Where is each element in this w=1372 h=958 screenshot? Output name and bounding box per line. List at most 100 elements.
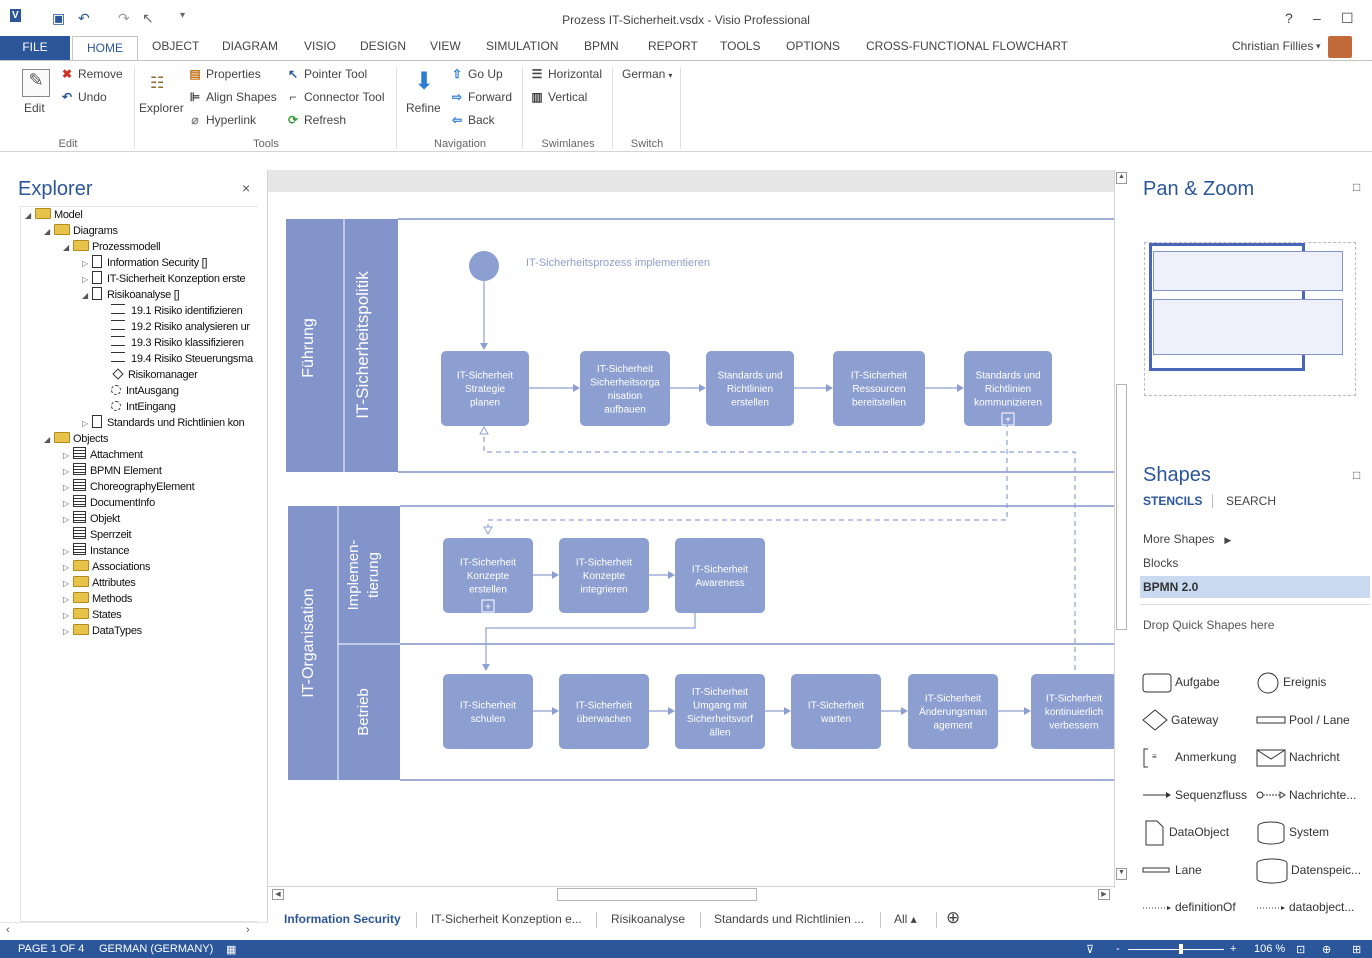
- task-t4[interactable]: IT-Sicherheit Ressourcen bereitstellen: [833, 351, 925, 426]
- scroll-right-icon[interactable]: ›: [246, 924, 250, 936]
- more-shapes-button[interactable]: More Shapes ▶: [1143, 532, 1231, 546]
- page-tab-standards[interactable]: Standards und Richtlinien ...: [714, 912, 864, 926]
- tree-node[interactable]: ▷ Instance: [63, 543, 129, 559]
- collapsed-triangle-icon[interactable]: ▷: [63, 496, 73, 512]
- stencil-shape[interactable]: definitionOf: [1142, 895, 1236, 919]
- user-name[interactable]: Christian Fillies: [1230, 39, 1315, 53]
- stencil-shape[interactable]: Aufgabe: [1142, 670, 1220, 694]
- task-t14[interactable]: IT-Sicherheit kontinuierlich verbessern: [1031, 674, 1114, 749]
- close-icon[interactable]: ×: [242, 180, 250, 196]
- stencil-bpmn[interactable]: BPMN 2.0: [1143, 580, 1198, 594]
- zoom-level[interactable]: 106 %: [1254, 943, 1285, 955]
- tree-node[interactable]: ▷ BPMN Element: [63, 463, 162, 479]
- page-tab-konzeption[interactable]: IT-Sicherheit Konzeption e...: [431, 912, 582, 926]
- page-tab-risikoanalyse[interactable]: Risikoanalyse: [611, 912, 685, 926]
- properties-button[interactable]: ▤ Properties: [188, 67, 260, 81]
- tab-report[interactable]: REPORT: [646, 39, 700, 53]
- stencil-shape[interactable]: DataObject: [1142, 820, 1229, 846]
- edit-icon[interactable]: ✎: [22, 69, 50, 97]
- vertical-scroll-thumb[interactable]: [1116, 384, 1127, 630]
- stencil-shape[interactable]: Nachricht: [1256, 745, 1340, 769]
- stencil-shape[interactable]: Gateway: [1142, 708, 1218, 732]
- page-indicator[interactable]: PAGE 1 OF 4: [18, 943, 84, 955]
- fit-page-icon[interactable]: ⊡: [1296, 943, 1305, 956]
- drawing-canvas[interactable]: Führung IT-Sicherheitspolitik IT-Organis…: [268, 170, 1114, 888]
- tab-view[interactable]: VIEW: [428, 39, 463, 53]
- refresh-button[interactable]: ⟳ Refresh: [286, 113, 346, 127]
- pointer-tool-button[interactable]: ↖ Pointer Tool: [286, 67, 367, 81]
- tab-diagram[interactable]: DIAGRAM: [220, 39, 280, 53]
- minimize-button[interactable]: –: [1313, 10, 1321, 26]
- connector-tool-button[interactable]: ⌐ Connector Tool: [286, 90, 384, 104]
- search-tab[interactable]: SEARCH: [1226, 494, 1276, 508]
- zoom-in-icon[interactable]: +: [1230, 943, 1236, 955]
- shapes-minimize-icon[interactable]: □: [1353, 468, 1360, 482]
- tab-file[interactable]: FILE: [0, 36, 70, 60]
- tab-design[interactable]: DESIGN: [358, 39, 408, 53]
- tree-node[interactable]: IntAusgang: [101, 383, 179, 399]
- stencil-shape[interactable]: Nachrichte...: [1256, 783, 1356, 807]
- zoom-out-icon[interactable]: -: [1116, 943, 1120, 955]
- horizontal-scrollbar[interactable]: ◀ ▶: [268, 886, 1114, 902]
- stencil-shape[interactable]: Pool / Lane: [1256, 708, 1350, 732]
- tree-node[interactable]: ◢ Model: [25, 207, 83, 224]
- zoom-slider-thumb[interactable]: [1178, 944, 1183, 954]
- tree-node[interactable]: ▷ ChoreographyElement: [63, 479, 195, 496]
- explorer-scrollbar[interactable]: ‹ ›: [0, 922, 268, 940]
- scroll-down-icon[interactable]: ▼: [1116, 868, 1127, 880]
- collapsed-triangle-icon[interactable]: ▷: [63, 608, 73, 624]
- collapsed-triangle-icon[interactable]: ▷: [63, 448, 73, 464]
- collapsed-triangle-icon[interactable]: ▷: [63, 592, 73, 608]
- tab-cross-functional-flowchart[interactable]: CROSS-FUNCTIONAL FLOWCHART: [864, 39, 1070, 53]
- collapsed-triangle-icon[interactable]: ▷: [63, 544, 73, 560]
- tree-node[interactable]: ▷ Associations: [63, 559, 150, 575]
- vertical-scrollbar[interactable]: ▲ ▼: [1114, 170, 1128, 888]
- forward-button[interactable]: ⇨ Forward: [450, 90, 512, 104]
- tab-simulation[interactable]: SIMULATION: [484, 39, 560, 53]
- collapsed-triangle-icon[interactable]: ▷: [63, 480, 73, 496]
- explorer-icon[interactable]: ☷: [150, 73, 164, 93]
- all-pages-button[interactable]: All ▴: [894, 912, 917, 926]
- tree-node[interactable]: ▷ IT-Sicherheit Konzeption erste: [82, 271, 246, 288]
- collapsed-triangle-icon[interactable]: ▷: [82, 256, 92, 272]
- tree-node[interactable]: ▷ Attributes: [63, 575, 136, 591]
- collapsed-triangle-icon[interactable]: ▷: [82, 272, 92, 288]
- tree-node[interactable]: ▷ Objekt: [63, 511, 120, 527]
- add-page-icon[interactable]: ⊕: [946, 908, 960, 928]
- task-t1[interactable]: IT-Sicherheit Strategie planen: [441, 351, 529, 426]
- stencil-shape[interactable]: System: [1256, 820, 1329, 845]
- tree-node[interactable]: ▷ Methods: [63, 591, 132, 607]
- fit-icon[interactable]: ⊽: [1086, 943, 1094, 956]
- edit-button[interactable]: Edit: [24, 101, 45, 115]
- collapsed-triangle-icon[interactable]: ▷: [63, 512, 73, 528]
- stencil-shape[interactable]: dataobject...: [1256, 895, 1354, 919]
- pan-zoom-preview[interactable]: [1144, 242, 1356, 396]
- tree-node[interactable]: 19.3 Risiko klassifizieren: [101, 335, 244, 351]
- tree-node[interactable]: ▷ DocumentInfo: [63, 495, 155, 511]
- help-button[interactable]: ?: [1285, 10, 1293, 26]
- task-t6[interactable]: IT-Sicherheit Konzepte erstellen +: [443, 538, 533, 613]
- task-t11[interactable]: IT-Sicherheit Umgang mit Sicherheitsvorf äl…: [675, 674, 765, 749]
- tree-node[interactable]: ▷ States: [63, 607, 122, 624]
- expanded-triangle-icon[interactable]: ◢: [82, 288, 92, 304]
- user-dropdown-icon[interactable]: ▾: [1316, 41, 1321, 52]
- switch-windows-icon[interactable]: ⊞: [1352, 943, 1361, 956]
- collapsed-triangle-icon[interactable]: ▷: [63, 624, 73, 640]
- tab-tools[interactable]: TOOLS: [718, 39, 762, 53]
- zoom-slider[interactable]: [1128, 949, 1224, 950]
- stencil-shape[interactable]: ≡ Anmerkung: [1142, 745, 1236, 769]
- tab-object[interactable]: OBJECT: [150, 39, 201, 53]
- stencil-shape[interactable]: Ereignis: [1256, 670, 1326, 694]
- tree-node[interactable]: Sperrzeit: [63, 527, 132, 543]
- expanded-triangle-icon[interactable]: ◢: [63, 240, 73, 256]
- pan-zoom-window-icon[interactable]: ⊕: [1322, 943, 1331, 956]
- horizontal-button[interactable]: ☰ Horizontal: [530, 67, 602, 81]
- stencils-tab[interactable]: STENCILS: [1143, 494, 1202, 508]
- avatar[interactable]: [1328, 36, 1352, 58]
- stencil-shape[interactable]: Sequenzfluss: [1142, 783, 1247, 807]
- tree-node[interactable]: ▷ Attachment: [63, 447, 143, 463]
- vertical-button[interactable]: ▥ Vertical: [530, 90, 587, 104]
- expanded-triangle-icon[interactable]: ◢: [25, 208, 35, 224]
- task-t2[interactable]: IT-Sicherheit Sicherheitsorga nisation aufb…: [580, 351, 670, 426]
- refine-button[interactable]: Refine: [406, 101, 441, 115]
